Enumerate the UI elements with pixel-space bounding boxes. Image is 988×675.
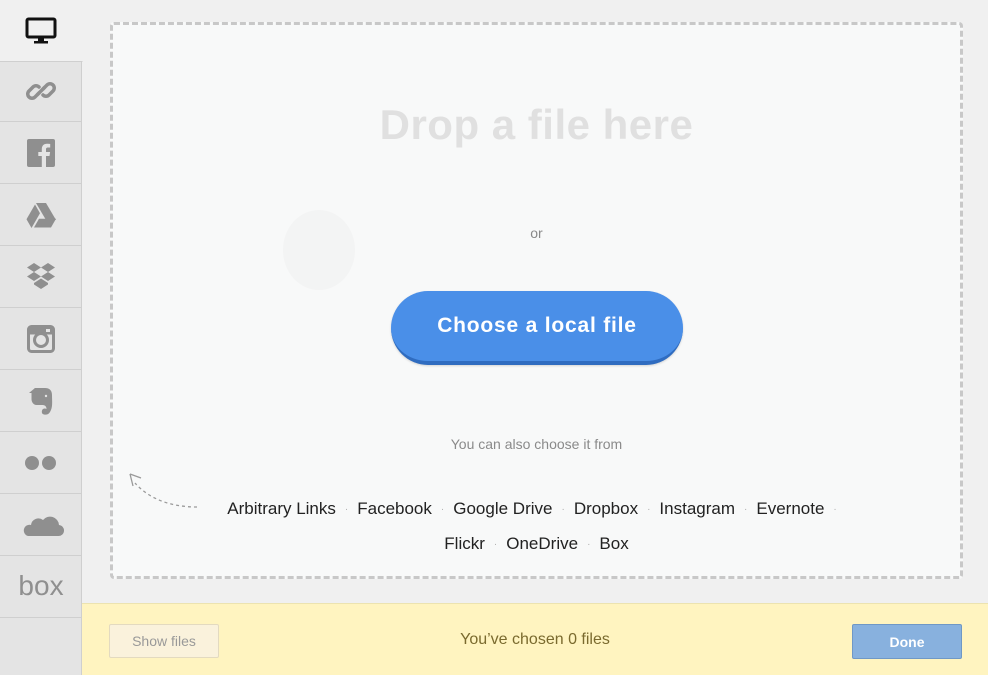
also-choose-text: You can also choose it from: [450, 436, 623, 452]
flickr-icon: [25, 455, 56, 470]
source-link-facebook[interactable]: Facebook: [357, 499, 432, 518]
facebook-icon: [27, 138, 55, 167]
source-link-instagram[interactable]: Instagram: [659, 499, 735, 518]
source-sidebar: box: [0, 0, 83, 675]
dropbox-icon: [27, 262, 55, 289]
link-separator: ·: [561, 504, 565, 515]
sidebar-item-box[interactable]: box: [0, 556, 82, 618]
source-link-dropbox[interactable]: Dropbox: [574, 499, 638, 518]
sidebar-item-dropbox[interactable]: [0, 246, 82, 308]
or-separator: or: [530, 225, 543, 241]
source-link-arbitrary-links[interactable]: Arbitrary Links: [227, 499, 336, 518]
ghost-shape: [283, 210, 355, 290]
footer-bar: Show files You’ve chosen 0 files Done: [82, 603, 988, 675]
instagram-icon: [27, 324, 55, 353]
source-link-box[interactable]: Box: [599, 534, 628, 553]
link-separator: ·: [833, 504, 837, 515]
sidebar-item-onedrive[interactable]: [0, 494, 82, 556]
link-separator: ·: [344, 504, 349, 515]
source-links-row-1: Arbitrary Links · Facebook · Google Drive · Dr…: [113, 499, 960, 519]
sidebar-item-instagram[interactable]: [0, 308, 82, 370]
monitor-icon: [25, 17, 57, 43]
link-separator: ·: [647, 504, 651, 515]
svg-text:box: box: [18, 573, 63, 601]
source-link-google-drive[interactable]: Google Drive: [453, 499, 552, 518]
choose-local-file-button[interactable]: Choose a local file: [391, 291, 683, 365]
sidebar-item-flickr[interactable]: [0, 432, 82, 494]
done-button[interactable]: Done: [852, 624, 962, 659]
sidebar-item-my-computer[interactable]: [0, 0, 83, 62]
sidebar-item-evernote[interactable]: [0, 370, 82, 432]
link-icon: [26, 81, 56, 100]
sidebar-item-google-drive[interactable]: [0, 184, 82, 246]
evernote-icon: [29, 387, 53, 415]
google-drive-icon: [26, 202, 56, 228]
box-icon: box: [18, 573, 63, 601]
source-link-evernote[interactable]: Evernote: [756, 499, 824, 518]
link-separator: ·: [744, 504, 748, 515]
link-separator: ·: [493, 539, 498, 550]
drop-zone[interactable]: Drop a file here or Choose a local file …: [110, 22, 963, 579]
link-separator: ·: [440, 504, 445, 515]
sidebar-item-facebook[interactable]: [0, 122, 82, 184]
source-link-flickr[interactable]: Flickr: [444, 534, 485, 553]
source-links-row-2: Flickr · OneDrive · Box: [113, 534, 960, 554]
sidebar-item-links[interactable]: [0, 60, 82, 122]
drop-title: Drop a file here: [379, 101, 694, 148]
onedrive-icon: [23, 516, 64, 536]
link-separator: ·: [587, 539, 591, 550]
source-link-onedrive[interactable]: OneDrive: [506, 534, 578, 553]
